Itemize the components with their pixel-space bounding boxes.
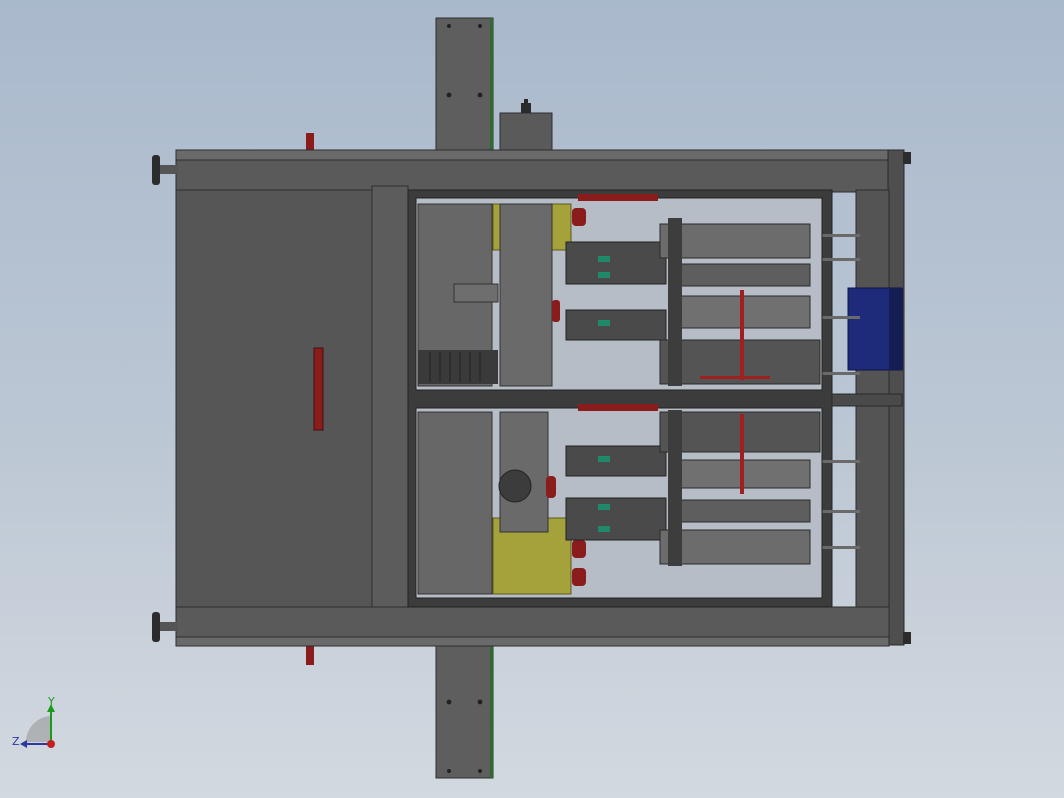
triad-axes-icon	[20, 704, 55, 748]
bottom-mount-plate[interactable]	[435, 644, 494, 779]
left-door-panel[interactable]	[175, 185, 409, 608]
knob-right-bottom[interactable]	[903, 632, 911, 644]
triad-y-label: Y	[48, 695, 55, 708]
knob-top-left[interactable]	[152, 155, 178, 185]
door-handle[interactable]	[313, 347, 324, 431]
knob-bottom-left[interactable]	[152, 612, 178, 642]
top-mount-plate[interactable]	[435, 17, 494, 154]
knob-right-top[interactable]	[903, 152, 911, 164]
cad-viewport[interactable]: Y Z	[0, 0, 1064, 798]
lower-chamber[interactable]	[415, 404, 823, 599]
upper-chamber[interactable]	[415, 194, 823, 391]
bottom-rail[interactable]	[175, 606, 890, 647]
sensor-housing[interactable]	[499, 99, 553, 154]
coordinate-triad: Y Z	[8, 696, 72, 760]
red-fitting-bottom[interactable]	[306, 645, 314, 665]
machine-assembly-model[interactable]	[0, 0, 1064, 798]
triad-z-label: Z	[12, 735, 20, 748]
